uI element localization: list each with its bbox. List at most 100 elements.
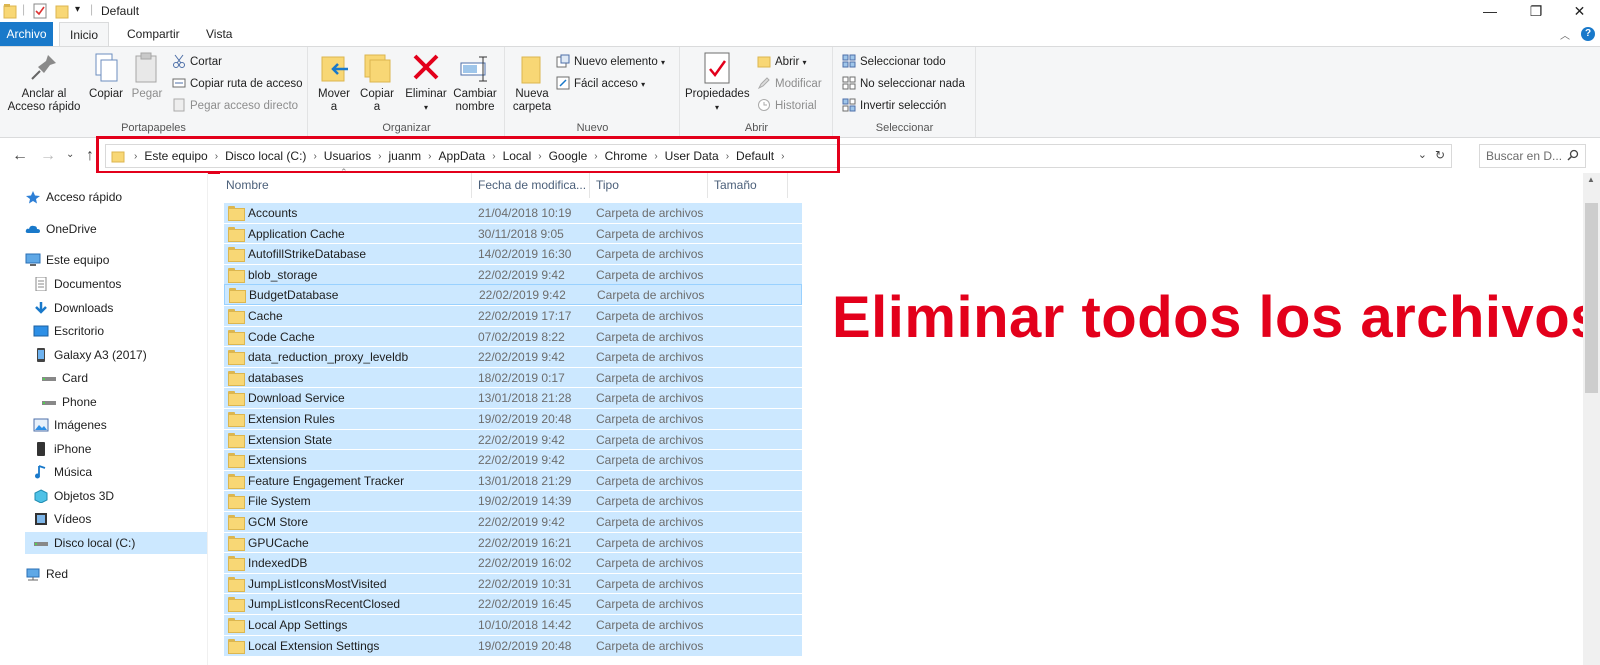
table-row[interactable]: Code Cache 07/02/2019 8:22 Carpeta de arch… [224,325,802,347]
pin-icon [28,51,60,85]
table-row[interactable]: databases 18/02/2019 0:17 Carpeta de archi… [224,366,802,388]
sidebar-item-escritorio[interactable]: Escritorio [33,320,104,342]
address-history-dropdown-icon[interactable]: ⌄ [1418,148,1427,161]
sidebar-item-documentos[interactable]: Documentos [33,273,121,295]
table-row[interactable]: Accounts 21/04/2018 10:19 Carpeta de archi… [224,202,802,223]
file-type: Carpeta de archivos [596,370,704,385]
table-row[interactable]: Local Extension Settings 19/02/2019 20:48… [224,634,802,656]
select-none-button[interactable]: No seleccionar nada [842,75,965,93]
properties-dropdown-icon: ▾ [714,103,719,112]
move-to-button[interactable]: Mover a [314,51,354,114]
column-header-type[interactable]: Tipo [590,173,708,198]
new-folder-quick-icon[interactable] [55,3,69,19]
edit-button[interactable]: Modificar [757,75,822,93]
sidebar-item-card[interactable]: Card [41,367,88,389]
forward-arrow-icon[interactable]: → [40,147,56,165]
scrollbar-thumb[interactable] [1585,203,1598,393]
recent-locations-icon[interactable]: ⌄ [66,149,74,160]
new-item-button[interactable]: Nuevo elemento ▾ [556,53,665,71]
cut-button[interactable]: Cortar [172,53,222,71]
table-row[interactable]: IndexedDB 22/02/2019 16:02 Carpeta de arch… [224,552,802,574]
tab-inicio[interactable]: Inicio [59,22,110,47]
table-row[interactable]: blob_storage 22/02/2019 9:42 Carpeta de ar… [224,263,802,285]
table-row[interactable]: Application Cache 30/11/2018 9:05 Carpeta … [224,222,802,244]
sidebar-item-videos[interactable]: Vídeos [33,508,91,530]
delete-dropdown-icon: ▾ [423,103,428,112]
quick-access-dropdown-icon[interactable]: ▾ [75,4,80,20]
scroll-up-icon[interactable]: ▲ [1587,175,1595,184]
delete-button[interactable]: Eliminar ▾ [404,51,448,114]
collapse-ribbon-icon[interactable]: ︿ [1560,27,1570,42]
table-row[interactable]: Extensions 22/02/2019 9:42 Carpeta de arch… [224,449,802,471]
easy-access-button[interactable]: Fácil acceso ▾ [556,75,645,93]
table-row[interactable]: Feature Engagement Tracker 13/01/2018 21:… [224,469,802,491]
table-row[interactable]: Cache 22/02/2019 17:17 Carpeta de archivos [224,305,802,326]
pin-quick-access-button[interactable]: Anclar al Acceso rápido [4,51,84,114]
open-button[interactable]: Abrir ▾ [757,53,807,71]
sidebar-item-musica[interactable]: Música [33,461,92,483]
restore-button[interactable]: ❐ [1513,0,1559,22]
copy-path-icon [172,76,186,90]
sidebar-item-iphone[interactable]: iPhone [33,438,91,460]
window-title: Default [101,4,140,18]
tab-archivo[interactable]: Archivo [0,22,53,46]
sidebar-item-este-equipo[interactable]: Este equipo [25,249,109,271]
file-type: Carpeta de archivos [596,391,704,406]
table-row[interactable]: Local App Settings 10/10/2018 14:42 Carpet… [224,614,802,635]
help-icon[interactable]: ? [1581,27,1595,41]
folder-icon [228,494,245,510]
select-all-button[interactable]: Seleccionar todo [842,53,946,71]
file-date: 18/02/2019 0:17 [478,370,565,385]
copy-path-button[interactable]: Copiar ruta de acceso [172,75,303,93]
sidebar-item-red[interactable]: Red [25,563,68,585]
sidebar-item-disco-local[interactable]: Disco local (C:) [25,532,207,554]
copy-to-button[interactable]: Copiar a [357,51,397,114]
tab-vista[interactable]: Vista [196,22,242,46]
table-row[interactable]: File System 19/02/2019 14:39 Carpeta de ar… [224,490,802,512]
sidebar-item-onedrive[interactable]: OneDrive [25,218,97,240]
table-row[interactable]: Download Service 13/01/2018 21:28 Carpeta … [224,387,802,409]
properties-quick-icon[interactable] [33,3,47,19]
sidebar-item-imagenes[interactable]: Imágenes [33,414,107,436]
paste-button[interactable]: Pegar [127,51,167,101]
table-row[interactable]: data_reduction_proxy_leveldb 22/02/2019 9… [224,346,802,368]
column-header-size[interactable]: Tamaño [708,173,788,198]
table-row[interactable]: GCM Store 22/02/2019 9:42 Carpeta de archi… [224,511,802,532]
table-row[interactable]: JumpListIconsMostVisited 22/02/2019 10:31… [224,572,802,594]
minimize-button[interactable]: — [1467,0,1513,22]
sidebar-item-galaxy[interactable]: Galaxy A3 (2017) [33,344,147,366]
table-row[interactable]: Extension Rules 19/02/2019 20:48 Carpeta d… [224,408,802,429]
up-arrow-icon[interactable]: ↑ [86,147,94,165]
table-row[interactable]: JumpListIconsRecentClosed 22/02/2019 16:4… [224,593,802,615]
table-row[interactable]: GPUCache 22/02/2019 16:21 Carpeta de archi… [224,531,802,553]
file-date: 22/02/2019 9:42 [478,350,565,365]
properties-button[interactable]: Propiedades ▾ [685,51,750,114]
paste-shortcut-button[interactable]: Pegar acceso directo [172,97,298,115]
sidebar-item-objetos-3d[interactable]: Objetos 3D [33,485,114,507]
new-folder-button[interactable]: Nueva carpeta [510,51,554,114]
phone-icon [33,347,49,362]
invert-selection-button[interactable]: Invertir selección [842,97,946,115]
table-row[interactable]: Extension State 22/02/2019 9:42 Carpeta de… [224,428,802,450]
folder-icon [228,412,245,427]
search-placeholder: Buscar en D... [1486,149,1563,163]
file-date: 19/02/2019 14:39 [478,494,572,509]
copy-button[interactable]: Copiar [86,51,126,101]
easy-access-icon [556,76,570,90]
vertical-scrollbar[interactable]: ▲ [1583,173,1600,665]
table-row[interactable]: BudgetDatabase 22/02/2019 9:42 Carpeta de … [224,284,802,306]
column-header-date[interactable]: Fecha de modifica... [472,173,590,198]
close-button[interactable]: ✕ [1559,0,1600,22]
search-input[interactable]: Buscar en D... [1479,144,1586,168]
sidebar-item-downloads[interactable]: Downloads [33,297,113,319]
file-date: 22/02/2019 10:31 [478,576,572,591]
table-row[interactable]: AutofillStrikeDatabase 14/02/2019 16:30 Ca… [224,243,802,265]
refresh-icon[interactable]: ↻ [1435,148,1445,162]
tab-compartir[interactable]: Compartir [117,22,190,46]
sidebar-item-acceso-rapido[interactable]: Acceso rápido [25,186,122,208]
history-button[interactable]: Historial [757,97,817,115]
file-name: GPUCache [228,533,309,553]
rename-button[interactable]: Cambiar nombre [450,51,500,114]
back-arrow-icon[interactable]: ← [12,147,28,165]
sidebar-item-phone[interactable]: Phone [41,391,97,413]
